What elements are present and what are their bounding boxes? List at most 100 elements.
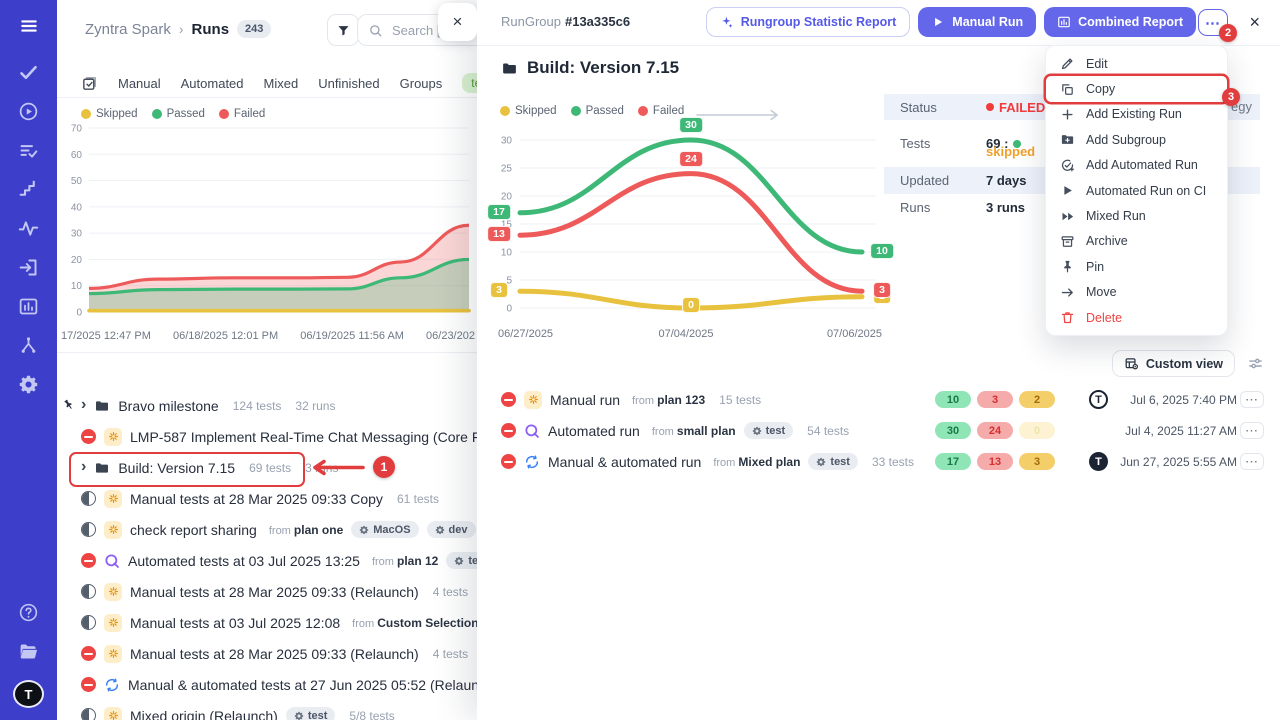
sidebar-gear-icon[interactable] [18,374,39,395]
sidebar-pulse-icon[interactable] [18,218,39,239]
custom-view-button[interactable]: Custom view [1112,350,1235,377]
legend-passed: Passed [152,108,205,120]
archive-icon [1060,234,1075,249]
sidebar-list-check-icon[interactable] [18,140,39,161]
chevron-right-icon[interactable]: › [81,397,86,413]
user-avatar[interactable]: T [13,680,44,708]
svg-text:0: 0 [76,308,82,319]
rungroup-statistic-report-button[interactable]: Rungroup Statistic Report [706,7,911,37]
legend-dot [571,106,581,116]
sidebar-check-icon[interactable] [18,62,39,83]
run-source: from plan one [269,523,343,537]
run-row[interactable]: Manual tests at 28 Mar 2025 09:33 Copy61… [57,483,477,514]
tag-chip: test [286,707,336,720]
breadcrumb: Zyntra Spark › Runs 243 [85,20,271,38]
filter-button[interactable] [327,14,359,46]
custom-view-label: Custom view [1146,357,1223,371]
runs-list-panel: Zyntra Spark › Runs 243 × Manual Automate… [57,0,477,720]
menu-item-pin[interactable]: Pin [1046,254,1227,279]
gear-icon [454,556,464,566]
menu-item-edit[interactable]: Edit [1046,51,1227,76]
run-row[interactable]: Manual & automated tests at 27 Jun 2025 … [57,669,477,700]
manual-run-icon [104,583,122,601]
run-row[interactable]: Mixed origin (Relaunch)test5/8 tests [57,700,477,720]
rungroup-detail-panel: RunGroup#13a335c6 Rungroup Statistic Rep… [477,0,1280,720]
row-more-button[interactable]: ⋯ [1240,391,1264,408]
run-row[interactable]: Manual tests at 28 Mar 2025 09:33 (Relau… [57,576,477,607]
assignee-avatar: T [1089,452,1108,471]
tag-filter-chip[interactable]: test [462,73,477,93]
sidebar-help-icon[interactable] [18,602,39,623]
menu-item-move[interactable]: Move [1046,280,1227,305]
legend-dot [219,109,229,119]
rungroup-run-row[interactable]: Manual & automated runfrom Mixed plantes… [477,446,1280,477]
run-row[interactable]: LMP-587 Implement Real-Time Chat Messagi… [57,421,477,452]
combined-report-button[interactable]: Combined Report [1044,7,1196,37]
run-name: Manual run [550,392,620,408]
gear-icon [816,457,826,467]
menu-item-delete[interactable]: Delete [1046,305,1227,330]
panel-close-button[interactable]: × [438,3,477,41]
run-source: from small plan [652,424,736,438]
tab-mixed[interactable]: Mixed [264,76,299,91]
actions-dropdown-menu: EditCopyAdd Existing RunAdd SubgroupAdd … [1045,45,1228,336]
menu-item-label: Mixed Run [1086,209,1146,223]
menu-item-add-subgroup[interactable]: Add Subgroup [1046,127,1227,152]
group-row[interactable]: ›Build: Version 7.1569 tests3 runs [57,452,477,483]
trash-icon [1060,310,1075,325]
page-title: Runs [192,21,230,38]
x-tick-label: 06/19/2025 11:56 AM [300,330,404,342]
rungroup-run-row[interactable]: Manual runfrom plan 12315 tests1032TJul … [477,384,1280,415]
gear-icon [752,426,762,436]
menu-item-label: Automated Run on CI [1086,184,1206,198]
row-more-button[interactable]: ⋯ [1240,453,1264,470]
menu-item-mixed-run[interactable]: Mixed Run [1046,203,1227,228]
partial-status-icon [81,491,96,506]
run-row[interactable]: Manual tests at 28 Mar 2025 09:33 (Relau… [57,638,477,669]
row-more-button[interactable]: ⋯ [1240,422,1264,439]
display-settings-icon[interactable] [1247,355,1264,372]
sidebar-bar-chart-icon[interactable] [18,296,39,317]
result-pills: 1032 [935,391,1055,408]
breadcrumb-project[interactable]: Zyntra Spark [85,21,171,38]
sidebar-menu-icon[interactable] [17,16,41,36]
button-label: Rungroup Statistic Report [741,15,897,29]
tab-groups[interactable]: Groups [400,76,443,91]
detail-label: Runs [900,200,986,215]
run-name: Manual tests at 03 Jul 2025 12:08 [130,615,340,631]
run-row[interactable]: check report sharingfrom plan oneMacOSde… [57,514,477,545]
tab-automated[interactable]: Automated [181,76,244,91]
detail-label: Tests [900,136,986,151]
menu-item-label: Archive [1086,234,1128,248]
sidebar-branch-icon[interactable] [18,335,39,356]
rungroup-run-row[interactable]: Automated runfrom small plantest54 tests… [477,415,1280,446]
menu-item-copy[interactable]: Copy [1046,76,1227,101]
menu-item-automated-run-on-ci[interactable]: Automated Run on CI [1046,178,1227,203]
run-name: Manual tests at 28 Mar 2025 09:33 Copy [130,491,383,507]
modal-close-button[interactable]: × [1249,12,1260,33]
tab-unfinished[interactable]: Unfinished [318,76,379,91]
sidebar-folder-open-icon[interactable] [18,641,39,662]
run-name: check report sharing [130,522,257,538]
run-tests-count: 15 tests [719,393,761,407]
sidebar-steps-icon[interactable] [18,179,39,200]
legend-dot [500,106,510,116]
run-row[interactable]: Manual tests at 03 Jul 2025 12:08from Cu… [57,607,477,638]
menu-item-archive[interactable]: Archive [1046,229,1227,254]
detail-label: Updated [900,173,986,188]
tab-manual[interactable]: Manual [118,76,161,91]
sidebar-import-icon[interactable] [18,257,39,278]
tag-chip: MacOS [351,521,418,538]
menu-item-add-automated-run[interactable]: Add Automated Run [1046,153,1227,178]
chevron-right-icon[interactable]: › [81,459,86,475]
group-row[interactable]: ›Bravo milestone124 tests32 runs [57,390,477,421]
run-row[interactable]: Automated tests at 03 Jul 2025 13:25from… [57,545,477,576]
result-pill-muted: 0 [1019,422,1055,439]
select-runs-icon[interactable] [81,75,98,92]
menu-item-add-existing-run[interactable]: Add Existing Run [1046,102,1227,127]
manual-run-button[interactable]: Manual Run [918,7,1036,37]
tests-skipped-link[interactable]: skipped [986,144,1035,159]
partial-status-icon [81,584,96,599]
group-name: Bravo milestone [118,398,218,414]
sidebar-play-circle-icon[interactable] [18,101,39,122]
